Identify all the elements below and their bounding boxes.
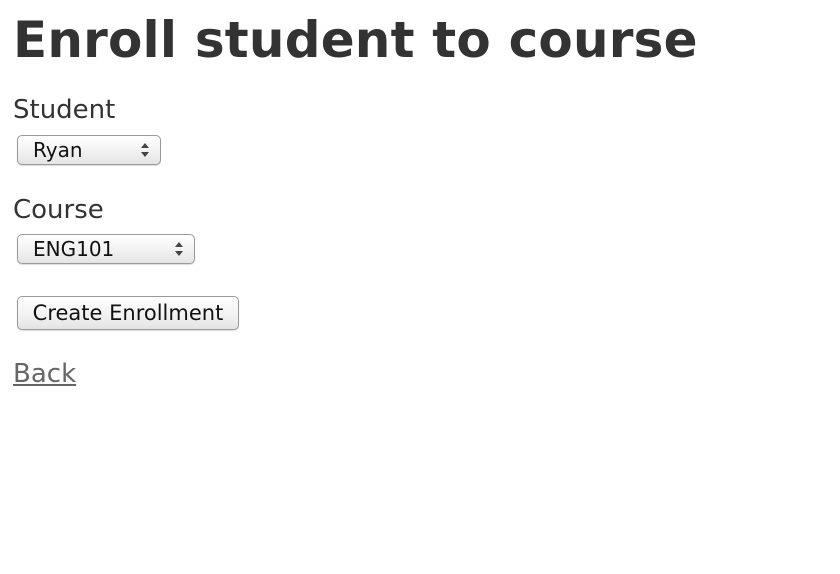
course-select[interactable]: ENG101: [17, 234, 195, 264]
enrollment-page: Enroll student to course Student Ryan Co…: [13, 0, 840, 574]
course-select-value: ENG101: [33, 237, 115, 261]
student-select[interactable]: Ryan: [17, 135, 161, 165]
back-link[interactable]: Back: [13, 358, 76, 390]
student-label: Student: [13, 95, 116, 125]
course-label: Course: [13, 195, 104, 225]
student-select-value: Ryan: [33, 138, 83, 162]
up-down-chevron-icon: [175, 241, 183, 257]
page-title: Enroll student to course: [13, 11, 698, 69]
create-enrollment-button[interactable]: Create Enrollment: [17, 296, 239, 330]
up-down-chevron-icon: [141, 142, 149, 158]
